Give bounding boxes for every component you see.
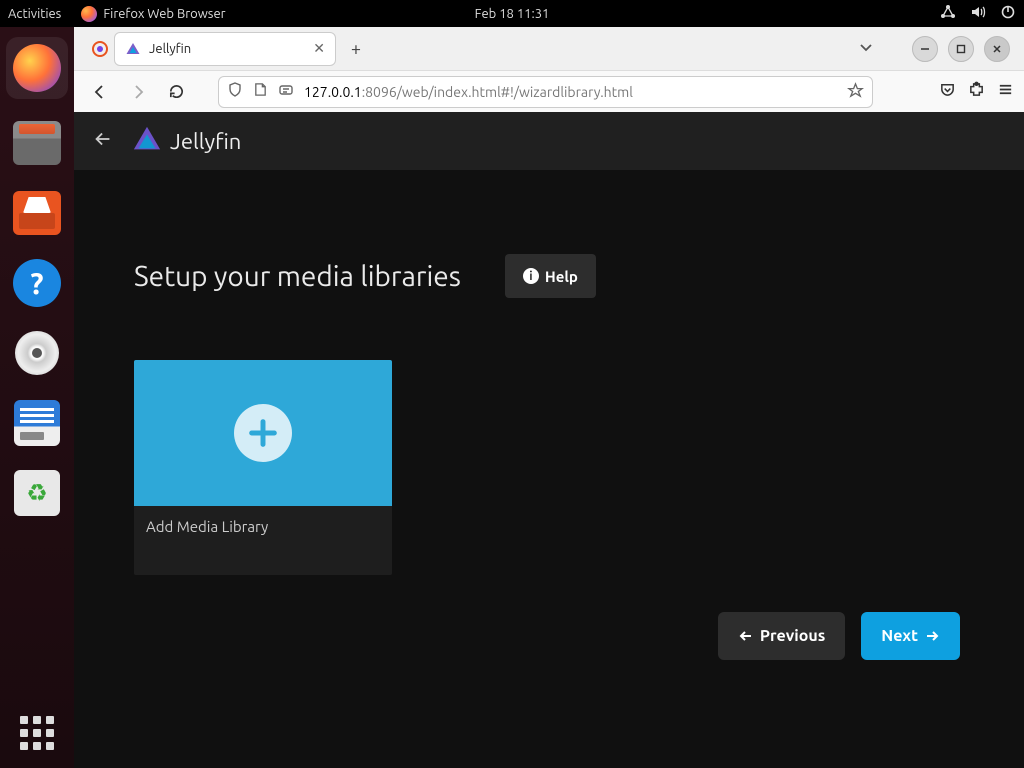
page-title: Setup your media libraries: [134, 261, 461, 292]
jellyfin-app: Jellyfin Setup your media libraries i He…: [74, 112, 1024, 768]
jellyfin-logo-icon: [132, 124, 162, 158]
wizard-content: Setup your media libraries i Help Add Me…: [74, 170, 1024, 575]
tabs-dropdown-icon[interactable]: [858, 39, 874, 59]
firefox-view-icon[interactable]: [92, 41, 108, 57]
window-minimize-button[interactable]: [912, 36, 938, 62]
new-tab-button[interactable]: +: [342, 35, 370, 63]
gnome-top-panel: Activities Firefox Web Browser Feb 18 11…: [0, 0, 1024, 27]
pocket-icon[interactable]: [939, 81, 956, 102]
jellyfin-brand-text: Jellyfin: [170, 129, 241, 154]
network-icon[interactable]: [940, 4, 956, 23]
trash-icon: [14, 470, 60, 516]
wizard-footer: Previous Next: [718, 612, 960, 660]
nav-reload-button[interactable]: [160, 76, 192, 108]
dock-show-apps[interactable]: [20, 716, 54, 750]
previous-label: Previous: [760, 627, 825, 645]
app-menu-icon[interactable]: [997, 81, 1014, 102]
tab-bar: Jellyfin ✕ +: [74, 27, 1024, 70]
next-label: Next: [881, 627, 918, 645]
top-app-label: Firefox Web Browser: [103, 7, 225, 21]
bookmark-star-icon[interactable]: [847, 82, 864, 102]
plus-circle-icon: [234, 404, 292, 462]
volume-icon[interactable]: [970, 4, 986, 23]
tab-title: Jellyfin: [149, 42, 191, 56]
browser-tab[interactable]: Jellyfin ✕: [114, 32, 336, 66]
activities-button[interactable]: Activities: [8, 7, 61, 21]
software-store-icon: [13, 191, 61, 235]
card-image: [134, 360, 392, 506]
text-editor-icon: [14, 400, 60, 446]
info-icon: i: [523, 268, 539, 284]
help-button[interactable]: i Help: [505, 254, 596, 298]
extensions-icon[interactable]: [968, 81, 985, 102]
next-button[interactable]: Next: [861, 612, 960, 660]
dock-trash[interactable]: [11, 467, 63, 519]
nav-back-button[interactable]: [84, 76, 116, 108]
jellyfin-back-button[interactable]: [92, 128, 114, 154]
dock-help[interactable]: ?: [11, 257, 63, 309]
power-icon[interactable]: [1000, 4, 1016, 23]
dock-software[interactable]: [11, 187, 63, 239]
firefox-icon: [81, 6, 97, 22]
window-maximize-button[interactable]: [948, 36, 974, 62]
jellyfin-brand[interactable]: Jellyfin: [132, 124, 241, 158]
disc-icon: [15, 331, 59, 375]
page-info-icon[interactable]: [253, 82, 268, 101]
add-media-library-card[interactable]: Add Media Library: [134, 360, 392, 575]
dock-text-editor[interactable]: [11, 397, 63, 449]
dock-firefox[interactable]: [6, 37, 68, 99]
help-label: Help: [545, 268, 578, 285]
card-label: Add Media Library: [134, 506, 392, 575]
url-bar[interactable]: 127.0.0.1:8096/web/index.html#!/wizardli…: [218, 76, 873, 108]
clock[interactable]: Feb 18 11:31: [475, 7, 550, 21]
browser-toolbar: 127.0.0.1:8096/web/index.html#!/wizardli…: [74, 70, 1024, 112]
permissions-icon[interactable]: [278, 82, 294, 101]
help-icon: ?: [13, 259, 61, 307]
url-text: 127.0.0.1:8096/web/index.html#!/wizardli…: [304, 84, 633, 100]
files-icon: [13, 121, 61, 165]
nav-forward-button[interactable]: [122, 76, 154, 108]
firefox-icon: [13, 44, 61, 92]
previous-button[interactable]: Previous: [718, 612, 845, 660]
dock-disc[interactable]: [11, 327, 63, 379]
ubuntu-dock: ?: [0, 27, 74, 768]
dock-files[interactable]: [11, 117, 63, 169]
top-app-menu[interactable]: Firefox Web Browser: [81, 6, 225, 22]
jellyfin-favicon-icon: [125, 41, 141, 57]
jellyfin-header: Jellyfin: [74, 112, 1024, 170]
firefox-window: Jellyfin ✕ +: [74, 27, 1024, 768]
browser-chrome: Jellyfin ✕ +: [74, 27, 1024, 112]
window-close-button[interactable]: [984, 36, 1010, 62]
shield-icon[interactable]: [227, 82, 243, 101]
close-tab-icon[interactable]: ✕: [313, 40, 325, 57]
